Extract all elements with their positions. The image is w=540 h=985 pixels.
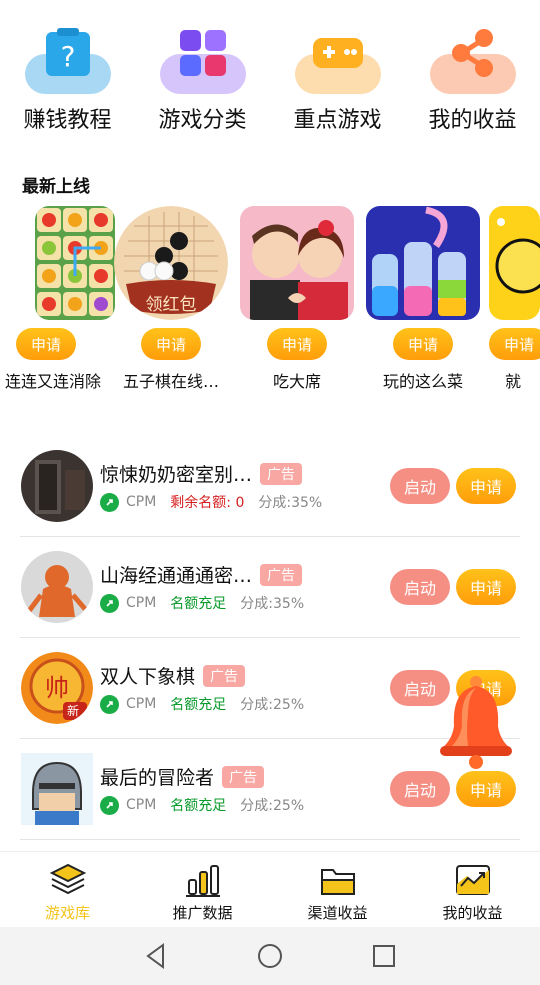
top-menu-grid: ? 赚钱教程 游戏分类 重点游戏 我的收益: [0, 24, 540, 134]
game-title: 惊悚奶奶密室别…: [100, 464, 253, 486]
app-screen: ? 赚钱教程 游戏分类 重点游戏 我的收益 最新上线 申请 连连又连消除 领红包…: [0, 0, 540, 985]
bottles-thumb: [366, 206, 480, 320]
share-icon: [428, 24, 518, 94]
apply-button[interactable]: 申请: [16, 328, 76, 360]
carousel-game-name: 玩的这么菜: [382, 372, 463, 391]
bar-chart-icon: [185, 865, 220, 897]
revenue-share: 分成:25%: [240, 697, 305, 713]
revenue-share: 分成:35%: [240, 596, 305, 612]
couple-thumb: [240, 206, 354, 320]
menu-label: 我的收益: [428, 108, 517, 133]
section-title: 最新上线: [22, 177, 90, 197]
cpm-label: CPM: [126, 797, 157, 813]
apply-button[interactable]: 申请: [393, 328, 453, 360]
start-button[interactable]: 启动: [390, 468, 450, 504]
bottom-tab-bar: 游戏库 推广数据 渠道收益 我的收益: [0, 851, 540, 927]
system-nav-bar: [0, 927, 540, 985]
trend-icon: [455, 865, 490, 895]
tab-my-earnings[interactable]: 我的收益: [405, 852, 540, 927]
carousel-game-name: 吃大席: [272, 372, 321, 391]
menu-label: 游戏分类: [158, 108, 247, 133]
grid-icon: [158, 24, 248, 94]
list-item[interactable]: 山海经通通通密… 广告 CPM 名额充足 分成:35% 启动 申请: [20, 537, 520, 638]
game-title: 山海经通通通密…: [100, 565, 253, 587]
apply-button[interactable]: 申请: [141, 328, 201, 360]
carousel-item[interactable]: 领红包 申请 五子棋在线…: [111, 206, 231, 392]
carousel-game-name: 就: [505, 372, 522, 391]
carousel-item[interactable]: 申请 连连又连消除: [0, 206, 118, 392]
back-icon[interactable]: [143, 942, 169, 970]
start-button[interactable]: 启动: [390, 569, 450, 605]
link-icon: [100, 795, 119, 815]
revenue-share: 分成:25%: [240, 798, 305, 814]
revenue-share: 分成:35%: [258, 495, 323, 511]
new-tag: 新: [67, 704, 80, 718]
cpm-label: CPM: [126, 595, 157, 611]
question-box-icon: ?: [23, 24, 113, 94]
tab-label: 推广数据: [172, 904, 233, 922]
carousel-game-name: 五子棋在线…: [122, 372, 219, 391]
ad-badge: 广告: [260, 563, 303, 586]
carousel-item[interactable]: 申请 玩的这么菜: [363, 206, 483, 392]
menu-label: 赚钱教程: [23, 108, 112, 133]
ad-badge: 广告: [260, 462, 303, 485]
menu-game-categories[interactable]: 游戏分类: [135, 24, 270, 134]
recents-icon[interactable]: [371, 943, 397, 969]
cpm-label: CPM: [126, 494, 157, 510]
quota-status: 名额充足: [170, 697, 227, 713]
tab-promo-data[interactable]: 推广数据: [135, 852, 270, 927]
apply-button[interactable]: 申请: [456, 468, 516, 504]
yellow-thumb: [489, 206, 540, 320]
tab-label: 我的收益: [442, 904, 503, 922]
start-button[interactable]: 启动: [390, 771, 450, 807]
game-title: 双人下象棋: [100, 666, 196, 688]
quota-status: 名额充足: [170, 596, 227, 612]
menu-earn-tutorial[interactable]: ? 赚钱教程: [0, 24, 135, 134]
thumb-caption: 领红包: [145, 295, 197, 315]
apply-button[interactable]: 申请: [456, 771, 516, 807]
menu-label: 重点游戏: [293, 108, 382, 133]
knight-avatar: [21, 753, 93, 825]
dark-room-avatar: [21, 450, 93, 522]
home-icon[interactable]: [256, 942, 284, 970]
ad-badge: 广告: [222, 765, 265, 788]
list-item[interactable]: 惊悚奶奶密室别… 广告 CPM 剩余名额: 0 分成:35% 启动 申请: [20, 436, 520, 537]
layers-icon: [49, 863, 86, 895]
menu-my-earnings[interactable]: 我的收益: [405, 24, 540, 134]
game-list: 惊悚奶奶密室别… 广告 CPM 剩余名额: 0 分成:35% 启动 申请 山海经…: [20, 436, 520, 840]
ad-badge: 广告: [203, 664, 246, 687]
link-icon: [100, 593, 119, 613]
carousel-item[interactable]: 申请 吃大席: [237, 206, 357, 392]
bell-icon[interactable]: [438, 670, 514, 770]
svg-text:?: ?: [60, 40, 75, 73]
apply-button[interactable]: 申请: [456, 569, 516, 605]
tab-label: 游戏库: [44, 904, 90, 922]
carousel-game-name: 连连又连消除: [4, 372, 101, 391]
monster-avatar: [21, 551, 93, 623]
gamepad-icon: [293, 24, 383, 94]
link-icon: [100, 492, 119, 512]
apply-button[interactable]: 申请: [489, 328, 540, 360]
folder-icon: [320, 869, 355, 895]
quota-status: 名额充足: [170, 798, 227, 814]
tab-channel-revenue[interactable]: 渠道收益: [270, 852, 405, 927]
carousel-item[interactable]: 申请 就: [489, 206, 540, 392]
svg-text:帅: 帅: [45, 674, 69, 702]
quota-status: 剩余名额: 0: [170, 495, 245, 511]
apply-button[interactable]: 申请: [267, 328, 327, 360]
tab-game-library[interactable]: 游戏库: [0, 852, 135, 927]
game-title: 最后的冒险者: [100, 767, 215, 789]
tab-label: 渠道收益: [307, 904, 368, 922]
chess-avatar: 帅 新: [21, 652, 93, 724]
new-games-carousel[interactable]: 申请 连连又连消除 领红包 申请 五子棋在线… 申请 吃大席 申请 玩的这么菜 …: [0, 206, 540, 396]
gomoku-thumb: 领红包: [114, 206, 228, 320]
menu-featured-games[interactable]: 重点游戏: [270, 24, 405, 134]
link-icon: [100, 694, 119, 714]
fruit-tiles-thumb: [35, 206, 115, 320]
cpm-label: CPM: [126, 696, 157, 712]
